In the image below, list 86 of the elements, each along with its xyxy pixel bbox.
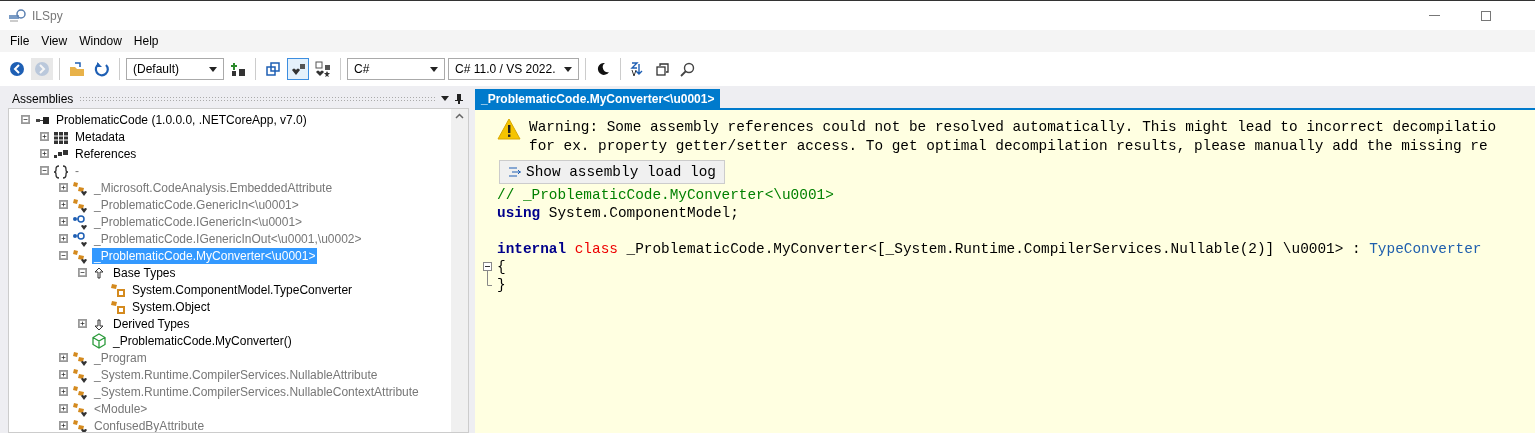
minimize-icon[interactable]: [1428, 15, 1440, 16]
caret-icon: [209, 66, 217, 72]
interface-icon: [72, 213, 88, 230]
menu-item[interactable]: View: [35, 34, 74, 48]
code-line: internal class _ProblematicCode.MyConverter<[_System.Runtime.CompilerServices.Nullable(2)] \u0001> : TypeConverter: [497, 240, 1482, 258]
expand-toggle[interactable]: [40, 149, 49, 158]
list-icon: [508, 166, 522, 178]
interface-icon: [72, 230, 88, 247]
code-line: // _ProblematicCode.MyConverter<\u0001>: [497, 186, 834, 204]
base-class-icon: [110, 281, 126, 298]
code-line: using System.ComponentModel;: [497, 204, 739, 222]
tree-item[interactable]: Derived Types: [111, 315, 192, 332]
expand-toggle[interactable]: [78, 319, 87, 328]
class-icon: [72, 417, 88, 432]
show-log-button[interactable]: Show assembly load log: [499, 160, 725, 184]
class-icon: [72, 383, 88, 400]
collapse-toggle[interactable]: [78, 268, 87, 277]
expand-toggle[interactable]: [59, 421, 68, 430]
refresh-icon: [94, 61, 110, 77]
back-icon: [9, 61, 25, 77]
dropdown-icon[interactable]: [441, 96, 449, 101]
namespace-icon: [53, 162, 69, 179]
collapse-toggle[interactable]: [59, 251, 68, 260]
class-icon: [72, 196, 88, 213]
tree-item[interactable]: <Module>: [92, 400, 150, 417]
warning-text: Warning: Some assembly references could not be resolved automatically. This might lead to incorrect decompilatio: [529, 118, 1497, 137]
toolbar-button[interactable]: [287, 58, 309, 80]
menu-item[interactable]: Window: [73, 34, 128, 48]
tree-item[interactable]: Metadata: [73, 128, 128, 145]
open-folder-icon: [69, 61, 85, 77]
tree-item[interactable]: _System.Runtime.CompilerServices.NullableContextAttribute: [92, 383, 421, 400]
base-class-icon: [110, 298, 126, 315]
maximize-icon[interactable]: [1481, 10, 1491, 21]
code-line: }: [497, 276, 506, 294]
tree-item[interactable]: System.ComponentModel.TypeConverter: [130, 281, 355, 298]
class-icon: [72, 400, 88, 417]
tree-item[interactable]: ConfusedByAttribute: [92, 417, 207, 432]
collapse-toggle[interactable]: [21, 115, 30, 124]
tree-item[interactable]: _Program: [92, 349, 149, 366]
class-icon: [72, 247, 88, 264]
tree-item[interactable]: -: [73, 162, 81, 179]
caret-icon: [563, 66, 572, 72]
dropdown[interactable]: C# 11.0 / VS 2022.: [448, 58, 579, 80]
tree-item[interactable]: _System.Runtime.CompilerServices.NullableAttribute: [92, 366, 380, 383]
class-icon: [72, 179, 88, 196]
document-tab[interactable]: _ProblematicCode.MyConverter<\u0001>: [475, 89, 721, 108]
pane-title: Assemblies: [12, 91, 74, 106]
expand-toggle[interactable]: [40, 132, 49, 141]
expand-toggle[interactable]: [59, 404, 68, 413]
dropdown[interactable]: (Default): [126, 58, 224, 80]
tree-item[interactable]: References: [73, 145, 139, 162]
expand-toggle[interactable]: [59, 234, 68, 243]
collapse-toggle[interactable]: [40, 166, 49, 175]
code-line: {: [497, 258, 506, 276]
expand-toggle[interactable]: [59, 387, 68, 396]
copy-icon: [654, 61, 671, 77]
add-icon: [230, 61, 246, 77]
menu-item[interactable]: Help: [127, 34, 165, 48]
warning-icon: [497, 118, 521, 140]
expand-toggle[interactable]: [59, 353, 68, 362]
class-icon: [72, 366, 88, 383]
tree-item[interactable]: _ProblematicCode.MyConverter(): [111, 332, 294, 349]
method-icon: [91, 332, 107, 349]
menu-item[interactable]: File: [4, 34, 36, 48]
tree-item[interactable]: ProblematicCode (1.0.0.0, .NETCoreApp, v7.0): [54, 111, 309, 128]
app-icon: [8, 8, 26, 23]
class-icon: [72, 349, 88, 366]
pin-icon[interactable]: [455, 93, 463, 104]
tree-item[interactable]: _ProblematicCode.IGenericInOut<\u0001,\u0002>: [92, 230, 364, 247]
warning-text: for ex. property getter/setter access. To get optimal decompilation results, please manually add the missing re: [529, 137, 1489, 156]
expand-toggle[interactable]: [59, 370, 68, 379]
expand-toggle[interactable]: [59, 217, 68, 226]
expand-toggle[interactable]: [59, 183, 68, 192]
scroll-up-icon[interactable]: [455, 113, 464, 119]
expand-toggle[interactable]: [59, 200, 68, 209]
windows-icon: [265, 61, 281, 77]
tree-item[interactable]: System.Object: [130, 298, 213, 315]
search-icon: [679, 61, 696, 77]
caret-icon: [430, 66, 438, 72]
tree-item[interactable]: Base Types: [111, 264, 178, 281]
tree-item[interactable]: _ProblematicCode.GenericIn<\u0001>: [92, 196, 301, 213]
tree-item[interactable]: _ProblematicCode.IGenericIn<\u0001>: [92, 213, 305, 230]
tree-item[interactable]: _Microsoft.CodeAnalysis.EmbeddedAttribute: [92, 179, 335, 196]
forward-icon: [34, 61, 50, 77]
window-title: ILSpy: [32, 8, 63, 23]
dropdown[interactable]: C#: [347, 58, 445, 80]
